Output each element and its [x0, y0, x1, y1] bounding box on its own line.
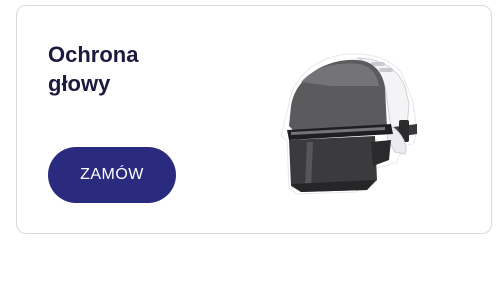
card-title-line-2: głowy	[48, 71, 111, 96]
card-title: Ochrona głowy	[48, 40, 248, 98]
product-card[interactable]: Ochrona głowy ZAMÓW	[16, 5, 492, 234]
card-title-line-1: Ochrona	[48, 42, 139, 67]
helmet-image	[280, 53, 418, 195]
order-button[interactable]: ZAMÓW	[48, 147, 176, 203]
